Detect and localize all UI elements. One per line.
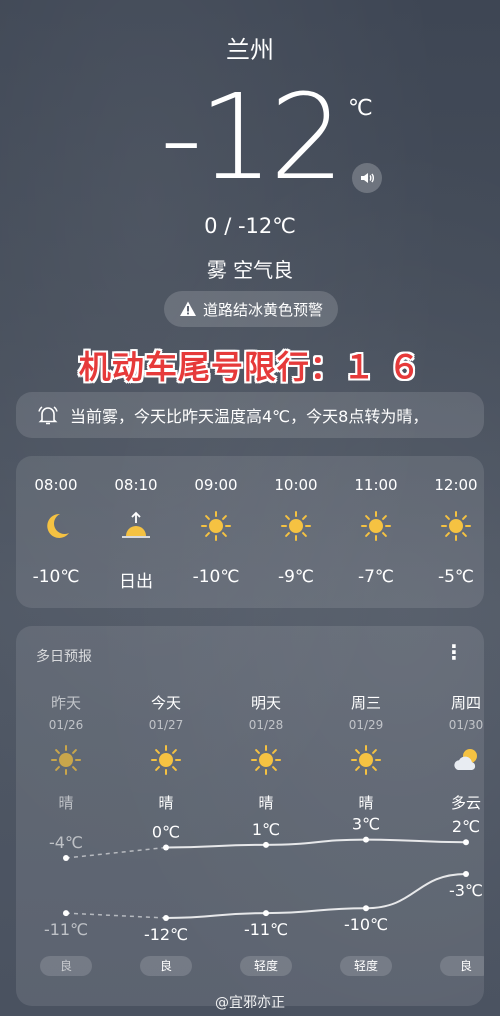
condition-air-quality[interactable]: 雾 空气良 <box>0 254 500 283</box>
low-temp-point <box>263 910 269 917</box>
day-name: 昨天 <box>50 694 81 712</box>
air-quality-badge: 轻度 <box>240 956 292 976</box>
day-condition: 晴 <box>258 794 274 812</box>
air-quality-badge: 轻度 <box>340 956 392 976</box>
high-temp-point <box>163 844 169 851</box>
weather-warning-pill[interactable]: 道路结冰黄色预警 <box>164 291 338 327</box>
warning-text: 道路结冰黄色预警 <box>202 300 323 319</box>
high-temp-point <box>63 855 69 861</box>
sun-icon <box>280 510 312 542</box>
day-condition: 多云 <box>450 794 481 812</box>
high-temp-label: -4℃ <box>49 833 83 852</box>
low-temp-label: -11℃ <box>244 920 288 939</box>
hourly-temperature: -7℃ <box>357 567 395 587</box>
day-name: 今天 <box>150 694 181 712</box>
city-name: 兰州 <box>226 36 274 64</box>
license-plate-restriction: 机动车尾号限行：１ ６ <box>78 348 422 386</box>
low-temp-label: -12℃ <box>144 925 188 944</box>
low-temp-label: -3℃ <box>449 881 483 900</box>
hourly-time: 12:00 <box>434 476 478 494</box>
hourly-forecast-card[interactable]: 08:00 -10℃ 08:10 日出 09:00 -10℃ 10:00 -9℃… <box>16 456 484 608</box>
day-name: 周三 <box>350 694 381 712</box>
low-temp-line <box>165 873 467 919</box>
hourly-time: 08:00 <box>34 476 78 494</box>
high-temp-label: 1℃ <box>252 820 280 839</box>
watermark: @宜邪亦正 <box>215 995 285 1011</box>
sun-icon <box>350 744 382 776</box>
sun-icon <box>200 510 232 542</box>
high-temp-label: 2℃ <box>452 817 480 836</box>
warning-triangle-icon <box>179 301 196 316</box>
hourly-temperature: -9℃ <box>277 567 315 587</box>
day-condition: 晴 <box>358 794 374 812</box>
high-temp-point <box>363 836 369 843</box>
hourly-time: 11:00 <box>354 476 398 494</box>
weather-notice-bar[interactable]: 当前雾，今天比昨天温度高4℃，今天8点转为晴， <box>16 392 484 438</box>
day-condition: 晴 <box>158 794 174 812</box>
current-temperature: -12 <box>160 68 345 206</box>
daily-forecast-card[interactable]: 多日预报 ⋮ -4℃ 0℃ 1℃ 3℃ 2℃ -11℃ -12℃ -11℃ -10℃ -3℃ 昨天… <box>16 626 484 1006</box>
sun-icon <box>50 744 82 776</box>
speaker-icon <box>361 173 374 183</box>
high-temp-label: 0℃ <box>152 822 180 841</box>
low-temp-point <box>63 910 69 917</box>
high-temp-line <box>165 838 467 849</box>
day-date: 01/29 <box>348 718 384 732</box>
hourly-time: 09:00 <box>194 476 238 494</box>
temperature-curve-chart: -4℃ 0℃ 1℃ 3℃ 2℃ -11℃ -12℃ -11℃ -10℃ -3℃ <box>44 815 483 944</box>
low-temp-label: -11℃ <box>44 920 88 939</box>
sun-icon <box>250 744 282 776</box>
low-temp-point <box>163 915 169 921</box>
day-name: 明天 <box>250 694 281 712</box>
high-temp-point <box>463 839 469 846</box>
low-temp-point <box>363 905 369 912</box>
high-low-temperature: 0 / -12℃ <box>204 214 296 238</box>
day-name: 周四 <box>450 694 481 712</box>
temperature-unit: ℃ <box>348 96 373 121</box>
partly-cloudy-icon <box>450 744 482 776</box>
voice-broadcast-button[interactable] <box>352 163 382 193</box>
low-temp-point <box>463 871 469 877</box>
hourly-temperature: 日出 <box>119 572 153 592</box>
notice-text: 当前雾，今天比昨天温度高4℃，今天8点转为晴， <box>70 407 429 426</box>
sun-icon <box>360 510 392 542</box>
air-quality-badge: 良 <box>140 956 192 976</box>
high-temp-label: 3℃ <box>352 815 380 834</box>
air-quality-badge: 良 <box>40 956 92 976</box>
day-date: 01/27 <box>148 718 184 732</box>
air-quality-badge: 良 <box>440 956 484 976</box>
day-condition: 晴 <box>58 794 74 812</box>
day-date: 01/30 <box>448 718 484 732</box>
hourly-temperature: -10℃ <box>32 567 80 587</box>
day-date: 01/28 <box>248 718 284 732</box>
sunrise-icon <box>120 510 152 542</box>
hourly-time: 08:10 <box>114 476 158 494</box>
high-temp-point <box>263 841 269 848</box>
low-temp-past-segment <box>65 912 167 919</box>
low-temp-label: -10℃ <box>344 915 388 934</box>
bell-icon <box>38 406 58 425</box>
hourly-time: 10:00 <box>274 476 318 494</box>
sun-icon <box>150 744 182 776</box>
hourly-temperature: -5℃ <box>437 567 475 587</box>
day-date: 01/26 <box>48 718 84 732</box>
sun-icon <box>440 510 472 542</box>
moon-icon <box>40 510 72 542</box>
hourly-temperature: -10℃ <box>192 567 240 587</box>
